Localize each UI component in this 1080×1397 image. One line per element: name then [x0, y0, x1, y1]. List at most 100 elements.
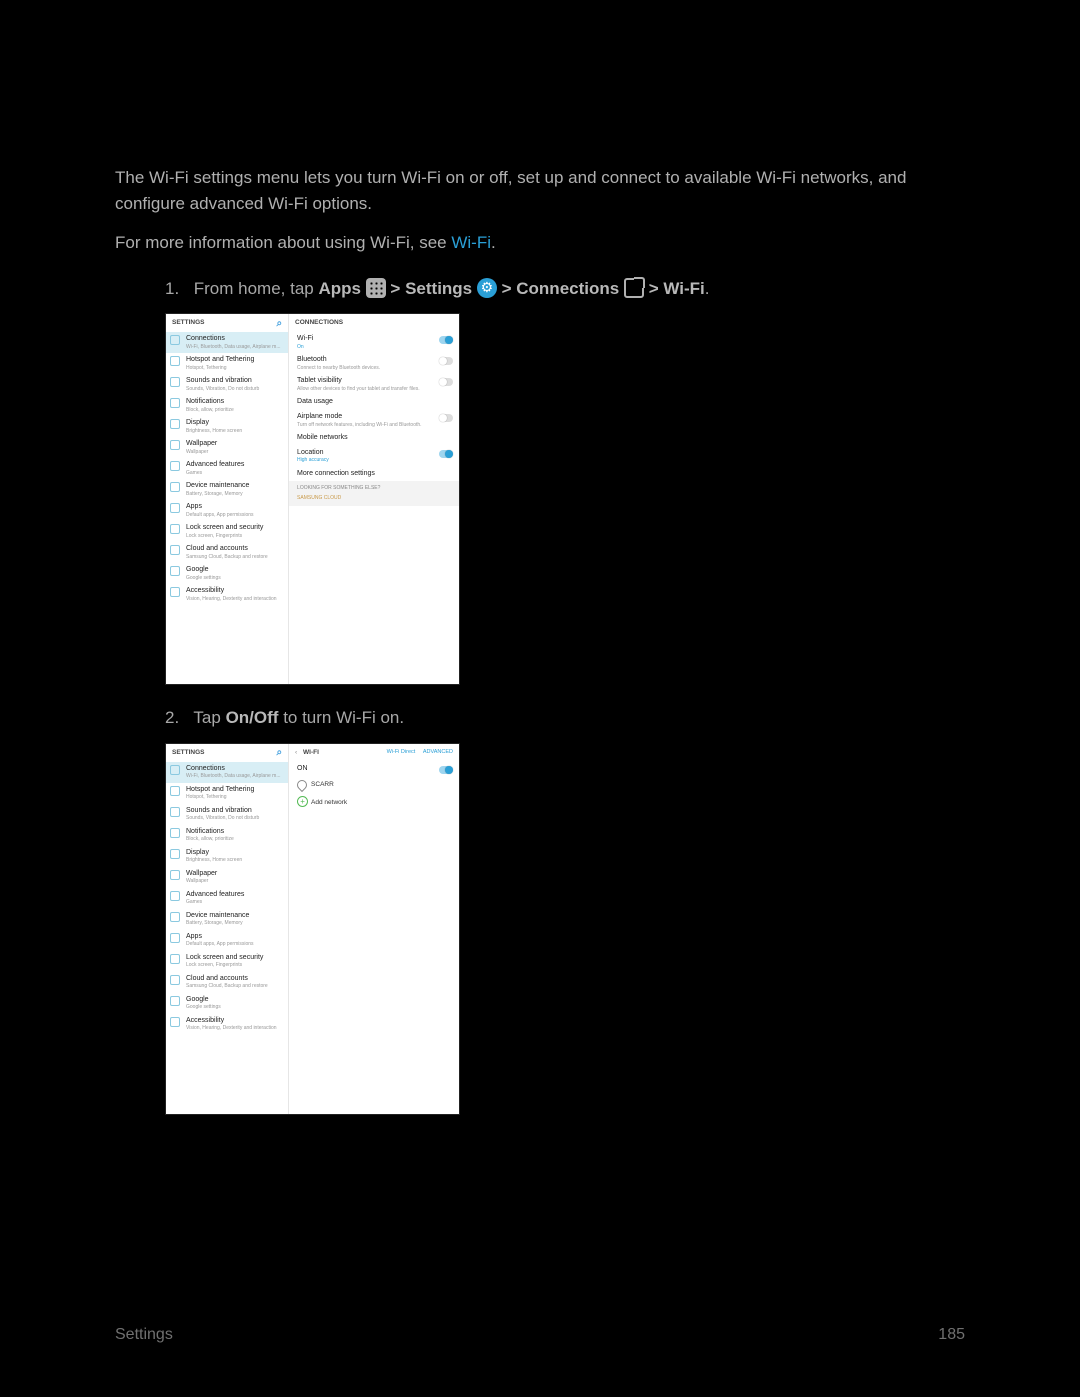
- sidebar-item-title: Cloud and accounts: [186, 545, 248, 552]
- sidebar-item-icon: [170, 419, 180, 429]
- sidebar-item[interactable]: AppsDefault apps, App permissions: [166, 930, 288, 951]
- sidebar-item-icon: [170, 765, 180, 775]
- sidebar-item-subtitle: Wi-Fi, Bluetooth, Data usage, Airplane m…: [186, 773, 282, 779]
- samsung-cloud-link[interactable]: SAMSUNG CLOUD: [297, 495, 451, 503]
- toggle-switch[interactable]: [439, 357, 453, 365]
- sidebar-item-subtitle: Lock screen, Fingerprints: [186, 533, 282, 539]
- sidebar-item[interactable]: Device maintenanceBattery, Storage, Memo…: [166, 479, 288, 500]
- sidebar-item[interactable]: AccessibilityVision, Hearing, Dexterity …: [166, 584, 288, 605]
- screenshot-2: SETTINGS ⌕ ConnectionsWi-Fi, Bluetooth, …: [165, 743, 460, 1115]
- sidebar-item[interactable]: DisplayBrightness, Home screen: [166, 416, 288, 437]
- sidebar-item[interactable]: NotificationsBlock, allow, prioritize: [166, 395, 288, 416]
- screenshot-1: SETTINGS ⌕ ConnectionsWi-Fi, Bluetooth, …: [165, 313, 460, 685]
- sidebar-item-title: Lock screen and security: [186, 954, 263, 961]
- toggle-switch[interactable]: [439, 450, 453, 458]
- search-icon[interactable]: ⌕: [276, 316, 282, 331]
- sidebar-item[interactable]: Device maintenanceBattery, Storage, Memo…: [166, 909, 288, 930]
- sidebar-item-subtitle: Samsung Cloud, Backup and restore: [186, 983, 282, 989]
- sidebar-item-icon: [170, 461, 180, 471]
- sidebar-item[interactable]: DisplayBrightness, Home screen: [166, 846, 288, 867]
- step-2-post: to turn Wi-Fi on.: [283, 708, 404, 727]
- sidebar-item[interactable]: Advanced featuresGames: [166, 888, 288, 909]
- sidebar-item-icon: [170, 912, 180, 922]
- sidebar-item[interactable]: Lock screen and securityLock screen, Fin…: [166, 521, 288, 542]
- sidebar-item[interactable]: AppsDefault apps, App permissions: [166, 500, 288, 521]
- step-1-pre: From home, tap: [194, 279, 319, 298]
- toggle-switch[interactable]: [439, 378, 453, 386]
- connection-row[interactable]: Mobile networks: [289, 431, 459, 446]
- suggestion-banner: LOOKING FOR SOMETHING ELSE? SAMSUNG CLOU…: [289, 481, 459, 506]
- wifi-direct-link[interactable]: Wi-Fi Direct: [387, 749, 416, 755]
- sidebar-item-subtitle: Wallpaper: [186, 878, 282, 884]
- search-icon[interactable]: ⌕: [276, 745, 282, 760]
- sidebar-item[interactable]: GoogleGoogle settings: [166, 993, 288, 1014]
- connection-row[interactable]: Wi-FiOn: [289, 332, 459, 353]
- sidebar-item-subtitle: Wallpaper: [186, 449, 282, 455]
- sidebar-item-title: Cloud and accounts: [186, 975, 248, 982]
- sidebar-item-icon: [170, 828, 180, 838]
- sidebar-item-icon: [170, 503, 180, 513]
- sidebar-item-subtitle: Wi-Fi, Bluetooth, Data usage, Airplane m…: [186, 344, 282, 350]
- toggle-switch[interactable]: [439, 414, 453, 422]
- wifi-toggle[interactable]: [439, 766, 453, 774]
- sidebar-item-icon: [170, 587, 180, 597]
- sidebar-item-icon: [170, 482, 180, 492]
- sidebar-item-icon: [170, 870, 180, 880]
- sidebar-item[interactable]: Sounds and vibrationSounds, Vibration, D…: [166, 804, 288, 825]
- sidebar-item-title: Device maintenance: [186, 912, 249, 919]
- sidebar-item[interactable]: Hotspot and TetheringHotspot, Tethering: [166, 353, 288, 374]
- sidebar-item[interactable]: AccessibilityVision, Hearing, Dexterity …: [166, 1014, 288, 1035]
- sidebar-item[interactable]: Connections Wi-Fi, Bluetooth, Data usage,…: [166, 332, 288, 353]
- connection-subtitle: Turn off network features, including Wi-…: [297, 422, 437, 428]
- step-1-number: 1.: [165, 276, 189, 302]
- sidebar-item[interactable]: Hotspot and TetheringHotspot, Tethering: [166, 783, 288, 804]
- wifi-network-row[interactable]: SCARR: [289, 776, 459, 794]
- sidebar-item[interactable]: Advanced features Games: [166, 458, 288, 479]
- sidebar-item-icon: [170, 377, 180, 387]
- sidebar-item[interactable]: Sounds and vibrationSounds, Vibration, D…: [166, 374, 288, 395]
- sidebar-item-title: Notifications: [186, 828, 224, 835]
- sidebar-item[interactable]: NotificationsBlock, allow, prioritize: [166, 825, 288, 846]
- connection-row[interactable]: More connection settings: [289, 467, 459, 482]
- connection-row[interactable]: LocationHigh accuracy: [289, 446, 459, 467]
- sidebar-item-title: Sounds and vibration: [186, 377, 252, 384]
- sidebar-item-icon: [170, 954, 180, 964]
- back-icon[interactable]: ‹: [295, 749, 297, 756]
- sidebar-item[interactable]: ConnectionsWi-Fi, Bluetooth, Data usage,…: [166, 762, 288, 783]
- connection-row[interactable]: Airplane modeTurn off network features, …: [289, 410, 459, 431]
- sidebar-item[interactable]: Wallpaper Wallpaper: [166, 437, 288, 458]
- sidebar-item-subtitle: Brightness, Home screen: [186, 428, 282, 434]
- sidebar-item-title: Notifications: [186, 398, 224, 405]
- sidebar-item[interactable]: Cloud and accountsSamsung Cloud, Backup …: [166, 972, 288, 993]
- sidebar-item[interactable]: WallpaperWallpaper: [166, 867, 288, 888]
- sidebar-item-subtitle: Vision, Hearing, Dexterity and interacti…: [186, 596, 282, 602]
- settings-header-2: SETTINGS ⌕: [166, 744, 288, 762]
- sidebar-item-title: Display: [186, 849, 209, 856]
- connection-title: Tablet visibility: [297, 377, 342, 384]
- connections-icon: [624, 278, 644, 298]
- sidebar-item-subtitle: Default apps, App permissions: [186, 941, 282, 947]
- sidebar-item-subtitle: Hotspot, Tethering: [186, 365, 282, 371]
- sidebar-item-title: Advanced features: [186, 461, 244, 468]
- sidebar-item[interactable]: Cloud and accountsSamsung Cloud, Backup …: [166, 542, 288, 563]
- add-network-row[interactable]: Add network: [289, 794, 459, 812]
- apps-icon: [366, 278, 386, 298]
- sidebar-item[interactable]: GoogleGoogle settings: [166, 563, 288, 584]
- footer-page-number: 185: [938, 1323, 965, 1347]
- sidebar-item-title: Connections: [186, 335, 225, 342]
- connection-row[interactable]: BluetoothConnect to nearby Bluetooth dev…: [289, 353, 459, 374]
- sidebar-item-subtitle: Games: [186, 470, 282, 476]
- connection-row[interactable]: Tablet visibilityAllow other devices to …: [289, 374, 459, 395]
- sidebar-item[interactable]: Lock screen and securityLock screen, Fin…: [166, 951, 288, 972]
- onoff-label: On/Off: [226, 708, 279, 727]
- advanced-link[interactable]: ADVANCED: [423, 749, 453, 755]
- sidebar-item-subtitle: Battery, Storage, Memory: [186, 491, 282, 497]
- wifi-link[interactable]: Wi-Fi: [451, 233, 491, 252]
- wifi-on-row[interactable]: ON: [289, 762, 459, 777]
- connection-subtitle: High accuracy: [297, 457, 437, 463]
- sidebar-item-title: Wallpaper: [186, 440, 217, 447]
- connection-row[interactable]: Data usage: [289, 395, 459, 410]
- sidebar-item-icon: [170, 335, 180, 345]
- toggle-switch[interactable]: [439, 336, 453, 344]
- connection-subtitle: On: [297, 344, 437, 350]
